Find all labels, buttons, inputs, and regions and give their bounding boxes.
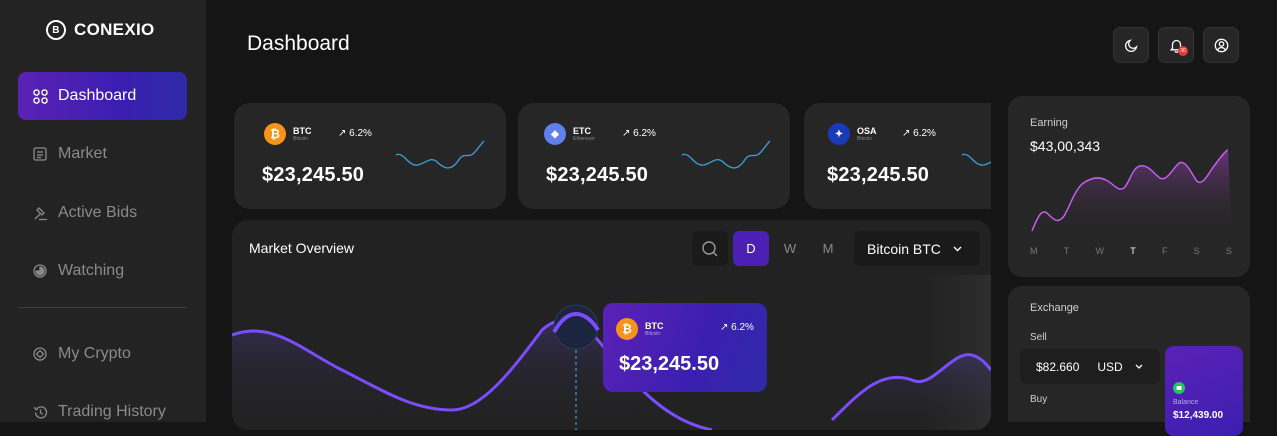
coin-name: Ethereum: [573, 135, 595, 142]
coin-card-etc[interactable]: ◆ ETC Ethereum ↗ 6.2% $23,245.50: [518, 103, 790, 209]
bitcoin-icon: ₿: [616, 318, 638, 340]
coin-change: ↗ 6.2%: [622, 128, 656, 139]
coin-change: ↗ 6.2%: [902, 128, 936, 139]
search-icon: [702, 240, 718, 256]
coin-name: Bitcoin: [857, 135, 873, 142]
moon-icon: [1124, 38, 1138, 52]
sidebar-item-dashboard[interactable]: Dashboard: [18, 72, 187, 120]
coin-change: ↗ 6.2%: [338, 128, 372, 139]
day-label-active: T: [1130, 246, 1136, 256]
cardano-icon: ✦: [828, 123, 850, 145]
earning-card: Earning $43,00,343 M T W T F S S: [1008, 96, 1250, 277]
market-icon: [32, 146, 48, 162]
tooltip-symbol: BTC: [645, 320, 664, 331]
profile-button[interactable]: [1203, 27, 1239, 63]
day-label: S: [1193, 246, 1200, 256]
gavel-icon: [32, 205, 48, 221]
market-overview-title: Market Overview: [249, 240, 355, 256]
sidebar-item-label: My Crypto: [58, 345, 131, 362]
sidebar-item-label: Active Bids: [58, 204, 138, 221]
chevron-down-icon: [953, 246, 962, 251]
buy-label: Buy: [1030, 394, 1048, 405]
sidebar-item-trading-history[interactable]: Trading History: [18, 388, 187, 436]
coin-price: $23,245.50: [546, 164, 649, 186]
coin-name: Bitcoin: [293, 135, 309, 142]
coin-symbol: BTC: [293, 125, 312, 136]
currency-select[interactable]: USD: [1097, 360, 1122, 374]
sidebar-item-watching[interactable]: Watching: [18, 247, 187, 295]
coin-price: $23,245.50: [827, 164, 930, 186]
coin-card-osa[interactable]: ✦ OSA Bitcoin ↗ 6.2% $23,245.50: [804, 103, 991, 209]
crypto-icon: [32, 346, 48, 362]
page-title: Dashboard: [247, 32, 350, 55]
sell-amount-value: $82.660: [1036, 359, 1080, 374]
balance-card[interactable]: Balance $12,439.00: [1165, 346, 1243, 436]
brand-name: CONEXIO: [74, 20, 155, 39]
coin-symbol: OSA: [857, 125, 877, 136]
coin-card-btc[interactable]: ₿ BTC Bitcoin ↗ 6.2% $23,245.50: [234, 103, 506, 209]
range-month-button[interactable]: M: [810, 231, 846, 266]
sell-label: Sell: [1030, 332, 1047, 343]
sidebar-item-label: Market: [58, 145, 107, 162]
sidebar: B CONEXIO Dashboard Market Active Bids W…: [0, 0, 206, 422]
sparkline: [395, 140, 485, 169]
brand-logo[interactable]: B CONEXIO: [46, 20, 155, 40]
sparkline: [681, 140, 771, 169]
coin-select-dropdown[interactable]: Bitcoin BTC: [854, 231, 980, 266]
day-label: M: [1030, 246, 1038, 256]
sidebar-item-my-crypto[interactable]: My Crypto: [18, 330, 187, 378]
day-label: F: [1161, 246, 1168, 256]
exchange-label: Exchange: [1030, 302, 1079, 314]
coin-select-value: Bitcoin BTC: [867, 240, 941, 257]
sidebar-item-label: Watching: [58, 262, 125, 279]
balance-value: $12,439.00: [1173, 410, 1224, 421]
day-label: W: [1095, 246, 1104, 256]
sidebar-item-label: Trading History: [58, 403, 166, 420]
ethereum-icon: ◆: [544, 123, 566, 145]
grid-icon: [32, 88, 48, 104]
wallet-icon: [1173, 382, 1185, 394]
bitcoin-circle-icon: B: [46, 20, 66, 40]
theme-toggle-button[interactable]: [1113, 27, 1149, 63]
history-icon: [32, 404, 48, 420]
search-button[interactable]: [692, 231, 728, 266]
sparkline: [961, 153, 991, 166]
range-day-button[interactable]: D: [733, 231, 769, 266]
sell-amount-field[interactable]: $82.660 USD: [1020, 349, 1160, 384]
user-icon: [1214, 38, 1228, 52]
sidebar-item-label: Dashboard: [58, 87, 137, 104]
sidebar-divider: [18, 307, 187, 308]
tooltip-change: ↗ 6.2%: [720, 322, 754, 333]
balance-label: Balance: [1173, 399, 1199, 406]
chart-tooltip: ₿ BTC Bitcoin ↗ 6.2% $23,245.50: [603, 303, 767, 392]
range-week-button[interactable]: W: [772, 231, 808, 266]
notification-badge: 30: [1178, 46, 1188, 56]
bitcoin-icon: ₿: [264, 123, 286, 145]
chevron-down-icon: [1135, 364, 1143, 369]
coin-price: $23,245.50: [262, 164, 365, 186]
earning-days: M T W T F S S: [1030, 246, 1232, 256]
eye-icon: [32, 263, 48, 279]
day-label: S: [1225, 246, 1232, 256]
tooltip-name: Bitcoin: [645, 330, 661, 337]
tooltip-price: $23,245.50: [619, 353, 720, 375]
sidebar-item-active-bids[interactable]: Active Bids: [18, 189, 187, 237]
day-label: T: [1063, 246, 1070, 256]
notifications-button[interactable]: 30: [1158, 27, 1194, 63]
sidebar-item-market[interactable]: Market: [18, 130, 187, 178]
coin-symbol: ETC: [573, 125, 591, 136]
